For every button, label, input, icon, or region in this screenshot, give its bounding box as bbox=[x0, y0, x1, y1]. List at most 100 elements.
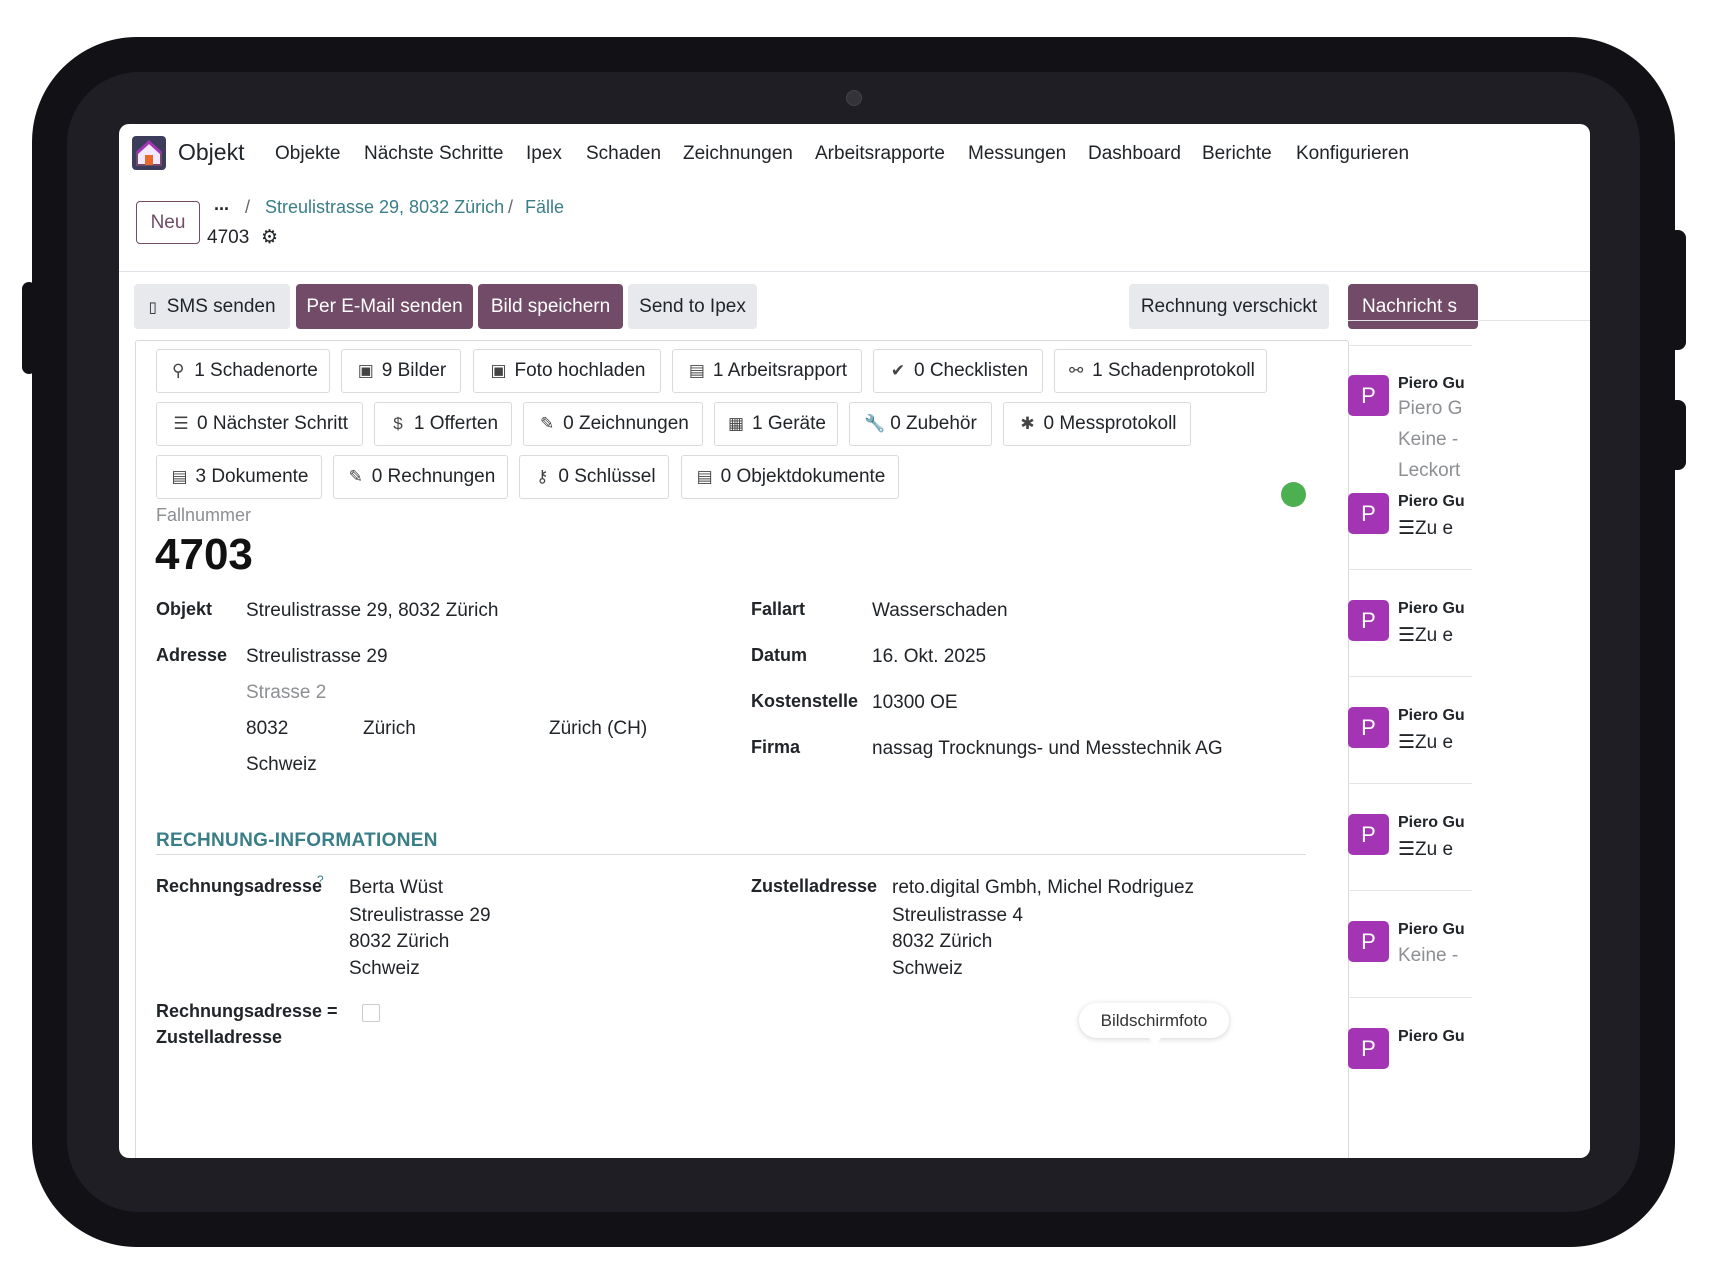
nav-messungen[interactable]: Messungen bbox=[968, 143, 1066, 165]
home-app-icon[interactable] bbox=[132, 136, 166, 170]
breadcrumb-faelle[interactable]: Fälle bbox=[525, 197, 564, 218]
objekt-value[interactable]: Streulistrasse 29, 8032 Zürich bbox=[246, 600, 498, 622]
same-address-label: Rechnungsadresse = bbox=[156, 1001, 338, 1021]
avatar[interactable]: P bbox=[1348, 921, 1389, 962]
smart-button-rechnungen[interactable]: ✎ 0 Rechnungen bbox=[333, 455, 508, 499]
nav-objekte[interactable]: Objekte bbox=[275, 143, 340, 165]
chatter-line: ☰Zu e bbox=[1398, 839, 1454, 860]
chatter-author[interactable]: Piero Gu bbox=[1398, 1028, 1465, 1046]
chatter-author[interactable]: Piero Gu bbox=[1398, 707, 1465, 725]
zip-field[interactable]: 8032 bbox=[246, 718, 288, 740]
save-image-button[interactable]: Bild speichern bbox=[478, 284, 623, 329]
tablet-volume-button bbox=[1668, 230, 1686, 350]
chatter-author[interactable]: Piero Gu bbox=[1398, 814, 1465, 832]
record-id: 4703 bbox=[207, 227, 250, 248]
avatar[interactable]: P bbox=[1348, 814, 1389, 855]
same-address-label-2: Zustelladresse bbox=[156, 1027, 283, 1047]
smart-button-bilder[interactable]: ▣ 9 Bilder bbox=[341, 349, 461, 393]
delivery-line: Schweiz bbox=[892, 958, 963, 979]
send-to-ipex-button[interactable]: Send to Ipex bbox=[628, 284, 757, 329]
smart-button-schluessel[interactable]: ⚷ 0 Schlüssel bbox=[519, 455, 669, 499]
case-number[interactable]: 4703 bbox=[155, 530, 253, 580]
key-icon: ⚷ bbox=[536, 467, 549, 486]
smart-button-messprotokoll[interactable]: ✱ 0 Messprotokoll bbox=[1003, 402, 1191, 446]
city-field[interactable]: Zürich bbox=[363, 718, 416, 740]
smart-button-checklisten[interactable]: ✔ 0 Checklisten bbox=[873, 349, 1043, 393]
breadcrumb-ellipsis[interactable]: ... bbox=[214, 194, 229, 215]
breadcrumb-separator: / bbox=[508, 197, 514, 217]
avatar[interactable]: P bbox=[1348, 707, 1389, 748]
dollar-icon: $ bbox=[393, 414, 403, 433]
country-field[interactable]: Schweiz bbox=[246, 754, 317, 776]
smart-button-objektdokumente[interactable]: ▤ 0 Objektdokumente bbox=[681, 455, 899, 499]
case-number-label: Fallnummer bbox=[156, 505, 252, 525]
top-navbar: Objekt Objekte Nächste Schritte Ipex Sch… bbox=[119, 124, 1590, 180]
nav-ipex[interactable]: Ipex bbox=[526, 143, 562, 165]
street2-field[interactable]: Strasse 2 bbox=[246, 682, 326, 704]
smart-button-naechster-schritt[interactable]: ☰ 0 Nächster Schritt bbox=[156, 402, 363, 446]
gear-icon[interactable]: ⚙ bbox=[261, 226, 278, 249]
delivery-line[interactable]: reto.digital Gmbh, Michel Rodriguez bbox=[892, 877, 1194, 899]
app-screen: Objekt Objekte Nächste Schritte Ipex Sch… bbox=[119, 124, 1590, 1158]
send-message-button[interactable]: Nachricht s bbox=[1348, 284, 1478, 329]
nav-zeichnungen[interactable]: Zeichnungen bbox=[683, 143, 793, 165]
status-indicator[interactable] bbox=[1281, 482, 1306, 507]
firma-value[interactable]: nassag Trocknungs- und Messtechnik AG bbox=[872, 738, 1223, 760]
chatter-line: Keine - bbox=[1398, 429, 1459, 450]
avatar[interactable]: P bbox=[1348, 600, 1389, 641]
invoice-sent-button[interactable]: Rechnung verschickt bbox=[1129, 284, 1329, 329]
avatar[interactable]: P bbox=[1348, 375, 1389, 416]
chatter-line: ☰Zu e bbox=[1398, 625, 1454, 646]
chatter-divider bbox=[1348, 569, 1472, 570]
image-icon: ▣ bbox=[357, 361, 374, 380]
smart-button-zeichnungen[interactable]: ✎ 0 Zeichnungen bbox=[523, 402, 703, 446]
chatter-author[interactable]: Piero Gu bbox=[1398, 375, 1465, 393]
avatar[interactable]: P bbox=[1348, 1028, 1389, 1069]
smart-button-schadenorte[interactable]: ⚲ 1 Schadenorte bbox=[156, 349, 330, 393]
chatter-divider bbox=[1348, 783, 1472, 784]
avatar[interactable]: P bbox=[1348, 493, 1389, 534]
datum-value[interactable]: 16. Okt. 2025 bbox=[872, 646, 986, 668]
smart-button-geraete[interactable]: ▦ 1 Geräte bbox=[714, 402, 838, 446]
chatter-divider bbox=[1348, 320, 1590, 321]
billing-line[interactable]: Berta Wüst bbox=[349, 877, 443, 899]
smart-button-arbeitsrapport[interactable]: ▤ 1 Arbeitsrapport bbox=[672, 349, 862, 393]
nav-arbeitsrapporte[interactable]: Arbeitsrapporte bbox=[815, 143, 945, 165]
app-title[interactable]: Objekt bbox=[178, 139, 244, 166]
sms-send-button[interactable]: ▯ SMS senden bbox=[134, 284, 290, 329]
breadcrumb-objekt[interactable]: Streulistrasse 29, 8032 Zürich bbox=[265, 197, 504, 218]
billing-line: 8032 Zürich bbox=[349, 931, 450, 952]
smart-button-offerten[interactable]: $1 Offerten bbox=[374, 402, 512, 446]
chatter-author[interactable]: Piero Gu bbox=[1398, 921, 1465, 939]
pencil-icon: ✎ bbox=[540, 414, 555, 433]
chatter-author[interactable]: Piero Gu bbox=[1398, 600, 1465, 618]
chatter-divider bbox=[1348, 345, 1472, 346]
smart-button-zubehoer[interactable]: 🔧 0 Zubehör bbox=[849, 402, 992, 446]
smart-button-schadenprotokoll[interactable]: ⚯ 1 Schadenprotokoll bbox=[1054, 349, 1267, 393]
email-send-button[interactable]: Per E-Mail senden bbox=[296, 284, 473, 329]
nav-dashboard[interactable]: Dashboard bbox=[1088, 143, 1181, 165]
chatter-divider bbox=[1348, 890, 1472, 891]
same-address-checkbox[interactable] bbox=[362, 1004, 380, 1022]
fallart-value[interactable]: Wasserschaden bbox=[872, 600, 1008, 622]
nav-schaden[interactable]: Schaden bbox=[586, 143, 661, 165]
delivery-line: 8032 Zürich bbox=[892, 931, 993, 952]
file-icon: ▤ bbox=[696, 467, 713, 486]
chatter-line: Piero G bbox=[1398, 398, 1463, 419]
state-field[interactable]: Zürich (CH) bbox=[549, 718, 647, 740]
smart-button-foto-hochladen[interactable]: ▣ Foto hochladen bbox=[473, 349, 661, 393]
kostenstelle-value[interactable]: 10300 OE bbox=[872, 692, 958, 714]
adresse-label: Adresse bbox=[156, 645, 228, 665]
billing-line: Schweiz bbox=[349, 958, 420, 979]
new-button[interactable]: Neu bbox=[136, 201, 200, 244]
nav-naechste-schritte[interactable]: Nächste Schritte bbox=[364, 143, 503, 165]
nav-berichte[interactable]: Berichte bbox=[1202, 143, 1272, 165]
chatter-author[interactable]: Piero Gu bbox=[1398, 493, 1465, 511]
smart-button-dokumente[interactable]: ▤ 3 Dokumente bbox=[156, 455, 322, 499]
delivery-line: Streulistrasse 4 bbox=[892, 905, 1023, 926]
breadcrumb-separator: / bbox=[245, 197, 251, 217]
help-icon[interactable]: ? bbox=[317, 873, 324, 887]
unlink-icon: ⚯ bbox=[1069, 361, 1084, 380]
nav-konfigurieren[interactable]: Konfigurieren bbox=[1296, 143, 1409, 165]
street-field[interactable]: Streulistrasse 29 bbox=[246, 646, 388, 668]
